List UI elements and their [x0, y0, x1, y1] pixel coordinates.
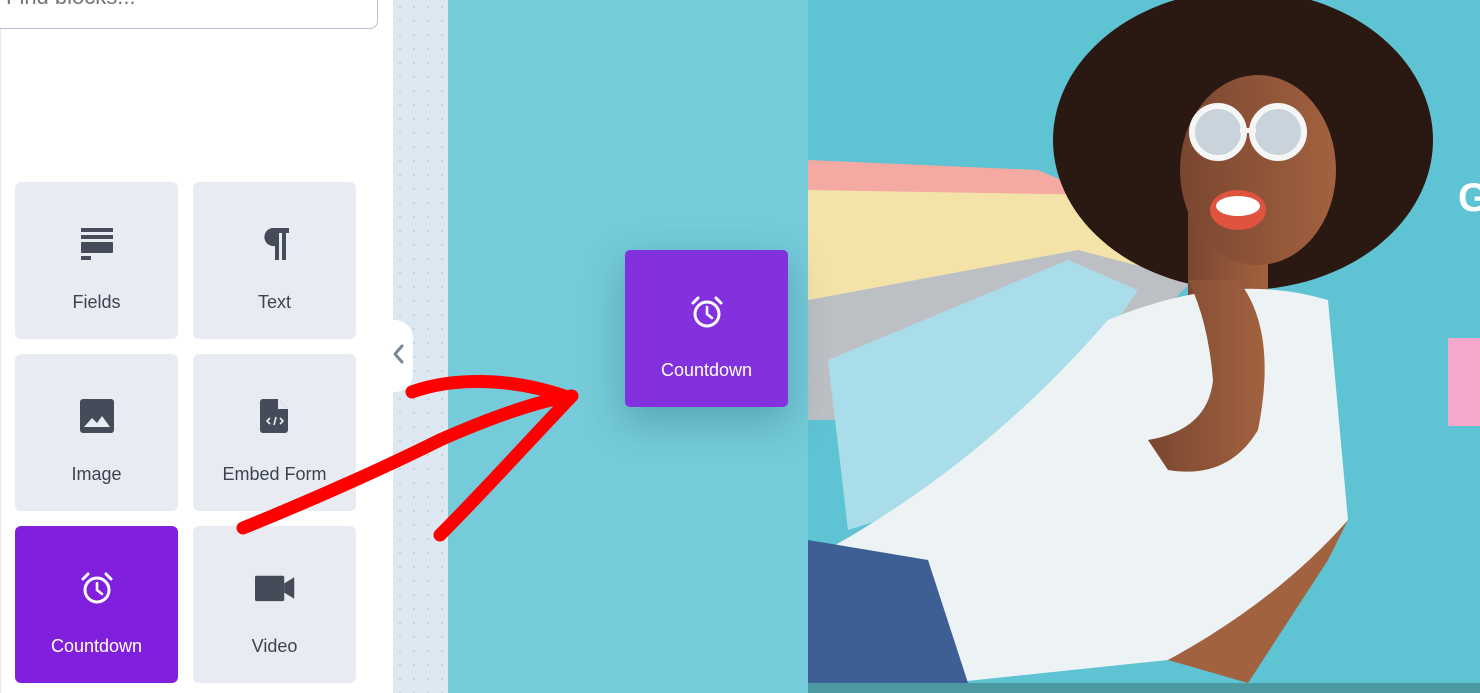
block-label: Countdown: [50, 636, 143, 656]
block-label: Text: [257, 292, 291, 312]
search-blocks-input[interactable]: [6, 0, 346, 10]
alarm-clock-icon: [687, 292, 727, 332]
block-image[interactable]: Image: [15, 354, 178, 511]
fields-icon: [77, 224, 117, 264]
collapse-sidebar-button[interactable]: [383, 320, 413, 392]
search-blocks-field[interactable]: [0, 0, 378, 29]
block-label: Video: [251, 636, 298, 656]
alarm-clock-icon: [77, 568, 117, 608]
block-label: Image: [71, 464, 122, 484]
block-text[interactable]: Text: [193, 182, 356, 339]
block-fields[interactable]: Fields: [15, 182, 178, 339]
block-countdown[interactable]: Countdown: [15, 526, 178, 683]
paragraph-icon: [255, 224, 295, 264]
video-camera-icon: [254, 568, 295, 608]
hero-cta-button[interactable]: [1448, 338, 1480, 426]
canvas-bottom-bar: [808, 683, 1480, 693]
block-label: Embed Form: [222, 464, 327, 484]
image-icon: [77, 396, 117, 436]
chevron-left-icon: [391, 343, 405, 370]
block-label: Fields: [72, 292, 121, 312]
blocks-sidebar: Fields Text Image Embed Form Countdown V…: [0, 0, 393, 693]
block-video[interactable]: Video: [193, 526, 356, 683]
dragged-block-label: Countdown: [660, 360, 753, 380]
hero-image: [808, 0, 1480, 683]
dragged-countdown-block[interactable]: Countdown: [625, 250, 788, 407]
hero-headline: G: [1458, 176, 1480, 220]
embed-code-file-icon: [255, 396, 295, 436]
block-embed-form[interactable]: Embed Form: [193, 354, 356, 511]
